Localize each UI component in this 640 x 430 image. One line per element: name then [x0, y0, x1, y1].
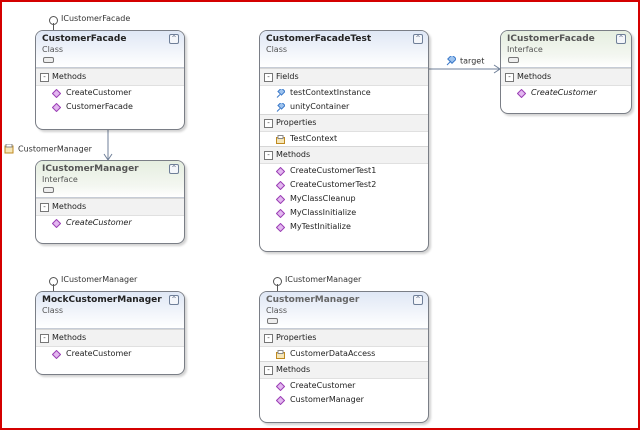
section-properties[interactable]: - Properties	[260, 329, 428, 347]
collapse-minus-icon[interactable]: -	[40, 203, 49, 212]
collapse-icon[interactable]: ^	[413, 295, 423, 305]
section-methods[interactable]: - Methods	[260, 361, 428, 379]
member-method[interactable]: CreateCustomer	[36, 216, 184, 230]
lollipop-label: ICustomerManager	[61, 275, 138, 284]
shape-stereotype: Class	[266, 306, 288, 315]
member-method[interactable]: MyClassCleanup	[260, 192, 428, 206]
section-methods[interactable]: - Methods	[36, 329, 184, 347]
collapse-icon[interactable]: ^	[169, 295, 179, 305]
method-icon	[276, 195, 285, 204]
member-field[interactable]: unityContainer	[260, 100, 428, 114]
shape-header[interactable]: CustomerManager Class ^	[260, 292, 428, 329]
field-icon	[446, 56, 456, 66]
collapse-icon[interactable]: ^	[169, 34, 179, 44]
method-icon	[52, 350, 61, 359]
shape-header[interactable]: CustomerFacadeTest Class ^	[260, 31, 428, 68]
section-methods[interactable]: - Methods	[36, 198, 184, 216]
shape-customer-facade[interactable]: CustomerFacade Class ^ - Methods CreateCu…	[35, 30, 185, 130]
member-method[interactable]: CreateCustomer	[36, 347, 184, 361]
shape-stereotype: Class	[42, 306, 64, 315]
field-icon	[276, 103, 285, 112]
method-icon	[276, 181, 285, 190]
lollipop-label: ICustomerManager	[285, 275, 362, 284]
method-icon	[52, 219, 61, 228]
shape-name: CustomerFacadeTest	[266, 34, 372, 44]
collapse-icon[interactable]: ^	[616, 34, 626, 44]
property-icon	[4, 144, 14, 154]
collapse-icon[interactable]: ^	[413, 34, 423, 44]
section-fields[interactable]: - Fields	[260, 68, 428, 86]
method-icon	[52, 103, 61, 112]
member-field[interactable]: testContextInstance	[260, 86, 428, 100]
member-method[interactable]: CreateCustomerTest1	[260, 164, 428, 178]
collapse-minus-icon[interactable]: -	[40, 73, 49, 82]
member-property[interactable]: CustomerDataAccess	[260, 347, 428, 361]
member-method[interactable]: MyClassInitialize	[260, 206, 428, 220]
lollipop-label: ICustomerFacade	[61, 14, 131, 23]
association-label-customer-manager[interactable]: CustomerManager	[4, 144, 92, 154]
shape-stereotype: Interface	[42, 175, 78, 184]
member-method[interactable]: CustomerFacade	[36, 100, 184, 114]
interface-shape-icon	[43, 187, 54, 193]
class-shape-icon	[267, 318, 278, 324]
method-icon	[276, 223, 285, 232]
shape-stereotype: Interface	[507, 45, 543, 54]
field-icon	[276, 89, 285, 98]
method-icon	[517, 89, 526, 98]
class-diagram-canvas: ICustomerFacade ICustomerManager ICustom…	[0, 0, 640, 430]
collapse-minus-icon[interactable]: -	[264, 366, 273, 375]
section-methods[interactable]: - Methods	[501, 68, 631, 86]
shape-name: ICustomerFacade	[507, 34, 595, 44]
member-method[interactable]: CreateCustomer	[501, 86, 631, 100]
method-icon	[276, 167, 285, 176]
section-methods[interactable]: - Methods	[36, 68, 184, 86]
shape-header[interactable]: ICustomerFacade Interface ^	[501, 31, 631, 68]
method-icon	[276, 209, 285, 218]
association-label-target[interactable]: target	[446, 56, 484, 66]
shape-stereotype: Class	[42, 45, 64, 54]
property-icon	[276, 350, 285, 359]
shape-header[interactable]: CustomerFacade Class ^	[36, 31, 184, 68]
member-method[interactable]: MyTestInitialize	[260, 220, 428, 234]
collapse-minus-icon[interactable]: -	[264, 119, 273, 128]
shape-icustomer-facade[interactable]: ICustomerFacade Interface ^ - Methods Cre…	[500, 30, 632, 114]
collapse-minus-icon[interactable]: -	[505, 73, 514, 82]
shape-stereotype: Class	[266, 45, 288, 54]
method-icon	[52, 89, 61, 98]
shape-mock-customer-manager[interactable]: MockCustomerManager Class ^ - Methods Cre…	[35, 291, 185, 375]
shape-name: CustomerManager	[266, 295, 360, 305]
shape-header[interactable]: MockCustomerManager Class ^	[36, 292, 184, 329]
collapse-minus-icon[interactable]: -	[264, 334, 273, 343]
member-method[interactable]: CreateCustomerTest2	[260, 178, 428, 192]
shape-name: MockCustomerManager	[42, 295, 162, 305]
collapse-icon[interactable]: ^	[169, 164, 179, 174]
member-property[interactable]: TestContext	[260, 132, 428, 146]
shape-header[interactable]: ICustomerManager Interface ^	[36, 161, 184, 198]
interface-shape-icon	[508, 57, 519, 63]
collapse-minus-icon[interactable]: -	[40, 334, 49, 343]
method-icon	[276, 382, 285, 391]
shape-name: ICustomerManager	[42, 164, 139, 174]
collapse-minus-icon[interactable]: -	[264, 73, 273, 82]
class-shape-icon	[43, 57, 54, 63]
shape-icustomer-manager[interactable]: ICustomerManager Interface ^ - Methods Cr…	[35, 160, 185, 244]
member-method[interactable]: CreateCustomer	[260, 379, 428, 393]
method-icon	[276, 396, 285, 405]
shape-customer-manager[interactable]: CustomerManager Class ^ - Properties Cust…	[259, 291, 429, 423]
section-methods[interactable]: - Methods	[260, 146, 428, 164]
shape-customer-facade-test[interactable]: CustomerFacadeTest Class ^ - Fields testC…	[259, 30, 429, 252]
collapse-minus-icon[interactable]: -	[264, 151, 273, 160]
section-properties[interactable]: - Properties	[260, 114, 428, 132]
member-method[interactable]: CustomerManager	[260, 393, 428, 407]
property-icon	[276, 135, 285, 144]
shape-name: CustomerFacade	[42, 34, 127, 44]
member-method[interactable]: CreateCustomer	[36, 86, 184, 100]
